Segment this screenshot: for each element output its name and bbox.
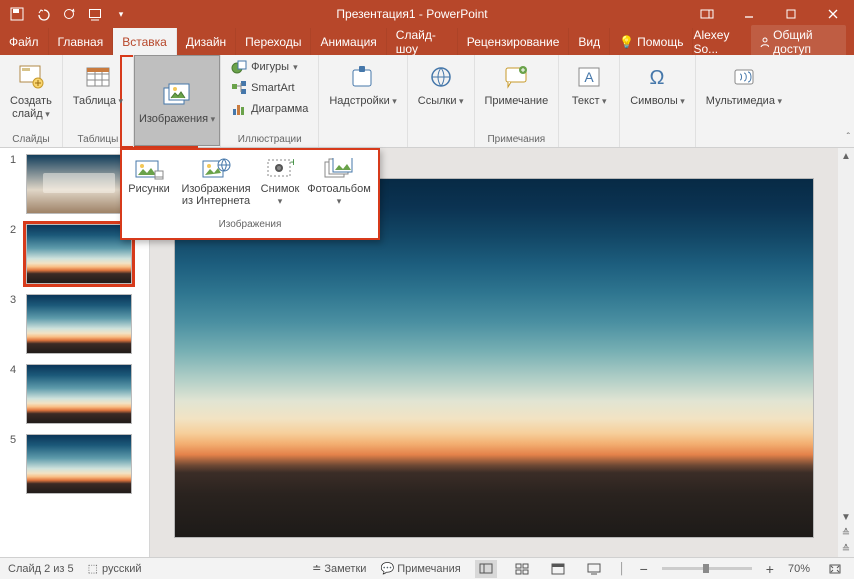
tab-slideshow[interactable]: Слайд-шоу bbox=[387, 28, 458, 55]
pictures-icon bbox=[133, 155, 165, 183]
zoom-level[interactable]: 70% bbox=[788, 563, 810, 575]
screenshot-icon: + bbox=[264, 155, 296, 183]
addins-button[interactable]: Надстройки bbox=[325, 57, 400, 108]
gallery-screenshot-button[interactable]: + Снимок bbox=[255, 153, 305, 217]
gallery-label: Изображения bbox=[121, 217, 379, 234]
user-name[interactable]: Alexey So... bbox=[693, 28, 745, 56]
status-slide-count: Слайд 2 из 5 bbox=[8, 563, 74, 575]
prev-slide-button[interactable]: ≙ bbox=[838, 525, 854, 541]
text-button[interactable]: A Текст bbox=[565, 57, 613, 108]
thumbnail-4[interactable]: 4 bbox=[10, 364, 145, 424]
comments-button[interactable]: 💬 Примечания bbox=[380, 562, 460, 575]
zoom-out-button[interactable]: − bbox=[640, 561, 648, 577]
tab-help[interactable]: 💡Помощь bbox=[610, 28, 693, 55]
view-normal-button[interactable] bbox=[475, 560, 497, 578]
undo-button[interactable] bbox=[32, 3, 54, 25]
next-slide-button[interactable]: ≙ bbox=[838, 541, 854, 557]
svg-text:Ω: Ω bbox=[650, 67, 665, 89]
view-slideshow-button[interactable] bbox=[583, 560, 605, 578]
smartart-button[interactable]: SmartArt bbox=[227, 78, 312, 98]
view-sorter-button[interactable] bbox=[511, 560, 533, 578]
quick-access-toolbar: ▾ bbox=[0, 3, 138, 25]
group-images: Изображения bbox=[134, 55, 221, 147]
images-dropdown-gallery: Рисунки Изображения из Интернета + Снимо… bbox=[120, 148, 380, 240]
title-bar: ▾ Презентация1 - PowerPoint bbox=[0, 0, 854, 28]
maximize-button[interactable] bbox=[770, 0, 812, 28]
media-button[interactable]: Мультимедиа bbox=[702, 57, 786, 108]
chart-icon bbox=[231, 101, 247, 117]
new-slide-icon bbox=[15, 61, 47, 93]
links-icon bbox=[425, 61, 457, 93]
view-reading-button[interactable] bbox=[547, 560, 569, 578]
redo-button[interactable] bbox=[58, 3, 80, 25]
media-icon bbox=[728, 61, 760, 93]
zoom-in-button[interactable]: + bbox=[766, 561, 774, 577]
online-pictures-icon bbox=[200, 155, 232, 183]
ribbon: Создать слайд Слайды Таблица Таблицы Изо… bbox=[0, 55, 854, 148]
fit-to-window-button[interactable] bbox=[824, 560, 846, 578]
symbols-button[interactable]: Ω Символы bbox=[626, 57, 689, 108]
tab-animation[interactable]: Анимация bbox=[311, 28, 386, 55]
group-media: Мультимедиа bbox=[696, 55, 792, 147]
tab-review[interactable]: Рецензирование bbox=[458, 28, 570, 55]
group-addins: Надстройки bbox=[319, 55, 407, 147]
status-lang[interactable]: ⬚русский bbox=[88, 562, 142, 575]
group-comments: Примечание Примечания bbox=[475, 55, 560, 147]
thumbnail-5[interactable]: 5 bbox=[10, 434, 145, 494]
addins-icon bbox=[347, 61, 379, 93]
window-title: Презентация1 - PowerPoint bbox=[138, 7, 686, 21]
notes-button[interactable]: ≐ Заметки bbox=[312, 562, 366, 575]
tab-transitions[interactable]: Переходы bbox=[236, 28, 311, 55]
gallery-photo-album-button[interactable]: Фотоальбом bbox=[305, 153, 373, 217]
symbols-icon: Ω bbox=[641, 61, 673, 93]
group-symbols: Ω Символы bbox=[620, 55, 696, 147]
chart-button[interactable]: Диаграмма bbox=[227, 99, 312, 119]
zoom-slider[interactable] bbox=[662, 567, 752, 570]
shapes-button[interactable]: Фигуры bbox=[227, 57, 312, 77]
scroll-down-button[interactable]: ▼ bbox=[838, 509, 854, 525]
tab-design[interactable]: Дизайн bbox=[177, 28, 236, 55]
share-icon bbox=[759, 36, 769, 48]
text-icon: A bbox=[573, 61, 605, 93]
tab-file[interactable]: Файл bbox=[0, 28, 49, 55]
thumbnail-3[interactable]: 3 bbox=[10, 294, 145, 354]
collapse-ribbon-button[interactable]: ˆ bbox=[847, 132, 850, 143]
share-button[interactable]: Общий доступ bbox=[751, 25, 846, 59]
images-icon bbox=[161, 79, 193, 111]
group-illustrations: Фигуры SmartArt Диаграмма Иллюстрации bbox=[221, 55, 319, 147]
status-bar: Слайд 2 из 5 ⬚русский ≐ Заметки 💬 Примеч… bbox=[0, 557, 854, 579]
close-button[interactable] bbox=[812, 0, 854, 28]
group-links: Ссылки bbox=[408, 55, 475, 147]
table-icon bbox=[82, 61, 114, 93]
minimize-button[interactable] bbox=[728, 0, 770, 28]
save-button[interactable] bbox=[6, 3, 28, 25]
scroll-up-button[interactable]: ▲ bbox=[838, 148, 854, 164]
svg-text:A: A bbox=[585, 69, 595, 85]
images-button[interactable]: Изображения bbox=[134, 55, 220, 146]
svg-text:+: + bbox=[290, 158, 294, 169]
group-text: A Текст bbox=[559, 55, 620, 147]
gallery-pictures-button[interactable]: Рисунки bbox=[121, 153, 177, 217]
comment-button[interactable]: Примечание bbox=[481, 57, 553, 108]
smartart-icon bbox=[231, 80, 247, 96]
start-from-beginning-button[interactable] bbox=[84, 3, 106, 25]
comment-icon bbox=[500, 61, 532, 93]
qat-customize-button[interactable]: ▾ bbox=[110, 3, 132, 25]
ribbon-tabs: Файл Главная Вставка Дизайн Переходы Ани… bbox=[0, 28, 854, 55]
gallery-online-pictures-button[interactable]: Изображения из Интернета bbox=[177, 153, 255, 217]
photo-album-icon bbox=[323, 155, 355, 183]
group-tables: Таблица Таблицы bbox=[63, 55, 134, 147]
ribbon-display-options-button[interactable] bbox=[686, 0, 728, 28]
window-controls bbox=[686, 0, 854, 28]
tab-home[interactable]: Главная bbox=[49, 28, 114, 55]
tab-insert[interactable]: Вставка bbox=[113, 28, 177, 55]
vertical-scrollbar[interactable]: ▲ ▼ ≙ ≙ bbox=[838, 148, 854, 557]
tab-view[interactable]: Вид bbox=[569, 28, 610, 55]
group-slides: Создать слайд Слайды bbox=[0, 55, 63, 147]
shapes-icon bbox=[231, 59, 247, 75]
links-button[interactable]: Ссылки bbox=[414, 57, 468, 108]
table-button[interactable]: Таблица bbox=[69, 57, 127, 108]
new-slide-button[interactable]: Создать слайд bbox=[6, 57, 56, 120]
